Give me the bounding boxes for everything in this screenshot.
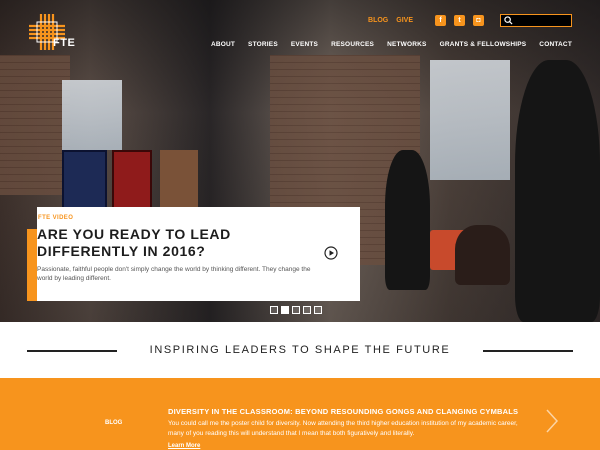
slider-dot[interactable] — [314, 306, 322, 314]
hero-photo-wall — [0, 55, 70, 195]
give-link[interactable]: GIVE — [396, 17, 413, 24]
play-icon[interactable] — [324, 246, 338, 260]
hero-photo-person — [385, 150, 430, 290]
featured-post-band: BLOG DIVERSITY IN THE CLASSROOM: BEYOND … — [0, 378, 600, 450]
divider-line — [483, 350, 573, 352]
blog-link[interactable]: BLOG — [368, 17, 388, 24]
logo-text[interactable]: FTE — [53, 37, 75, 49]
tagline-section: INSPIRING LEADERS TO SHAPE THE FUTURE — [0, 322, 600, 378]
facebook-icon[interactable]: f — [435, 15, 446, 26]
card-accent-bar — [27, 229, 37, 301]
hero-photo-window — [430, 60, 510, 180]
learn-more-link[interactable]: Learn More — [168, 443, 200, 449]
search-input[interactable] — [500, 14, 572, 27]
instagram-icon[interactable]: ◘ — [473, 15, 484, 26]
twitter-icon[interactable]: t — [454, 15, 465, 26]
hero-photo-window — [62, 80, 122, 150]
nav-events[interactable]: EVENTS — [291, 41, 318, 48]
post-excerpt: You could call me the poster child for d… — [168, 420, 518, 437]
utility-nav: BLOG GIVE f t ◘ — [368, 14, 572, 27]
nav-networks[interactable]: NETWORKS — [387, 41, 427, 48]
slider-dot-active[interactable] — [281, 306, 289, 314]
nav-resources[interactable]: RESOURCES — [331, 41, 374, 48]
hero-photo-person — [515, 60, 600, 322]
post-category-label: BLOG — [105, 420, 123, 426]
nav-grants-fellowships[interactable]: GRANTS & FELLOWSHIPS — [440, 41, 527, 48]
search-icon — [504, 16, 513, 25]
hero-banner: FTE BLOG GIVE f t ◘ ABOUT STORIES EVENTS… — [0, 0, 600, 322]
nav-about[interactable]: ABOUT — [211, 41, 235, 48]
hero-eyebrow: FTE VIDEO — [38, 215, 74, 221]
hero-title[interactable]: ARE YOU READY TO LEAD DIFFERENTLY IN 201… — [37, 226, 267, 260]
hero-photo-person — [455, 225, 510, 285]
slider-dot[interactable] — [303, 306, 311, 314]
slider-dot[interactable] — [292, 306, 300, 314]
chevron-right-icon[interactable] — [544, 408, 560, 434]
main-nav: ABOUT STORIES EVENTS RESOURCES NETWORKS … — [211, 41, 572, 48]
nav-contact[interactable]: CONTACT — [539, 41, 572, 48]
nav-stories[interactable]: STORIES — [248, 41, 278, 48]
slider-dot[interactable] — [270, 306, 278, 314]
post-title[interactable]: DIVERSITY IN THE CLASSROOM: BEYOND RESOU… — [168, 407, 518, 416]
hero-description: Passionate, faithful people don't simply… — [37, 266, 311, 282]
slider-pagination — [270, 306, 322, 314]
